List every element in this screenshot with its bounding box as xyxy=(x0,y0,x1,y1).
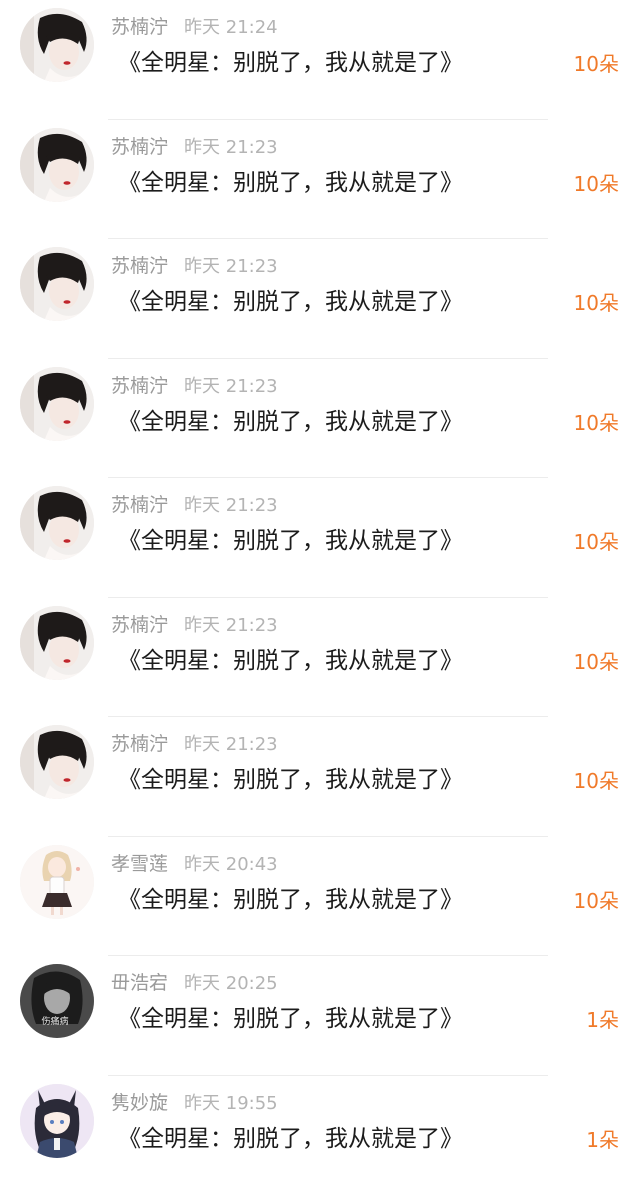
comment-item[interactable]: 苏楠泞昨天 21:23 《全明星：别脱了，我从就是了》 10朵 xyxy=(0,478,640,598)
comment-item[interactable]: 苏楠泞昨天 21:24 《全明星：别脱了，我从就是了》 10朵 xyxy=(0,0,640,120)
gift-count: 10朵 xyxy=(574,646,619,678)
comment-text: 《全明星：别脱了，我从就是了》 xyxy=(118,883,463,917)
girl-portrait-icon xyxy=(20,486,94,560)
comment-text: 《全明星：别脱了，我从就是了》 xyxy=(118,1122,463,1156)
username[interactable]: 隽妙旋 xyxy=(111,1092,168,1114)
comment-text: 《全明星：别脱了，我从就是了》 xyxy=(118,405,463,439)
timestamp: 昨天 21:24 xyxy=(184,17,278,38)
comment-item[interactable]: 苏楠泞昨天 21:23 《全明星：别脱了，我从就是了》 10朵 xyxy=(0,359,640,479)
username[interactable]: 苏楠泞 xyxy=(111,614,168,636)
avatar-caption: 伤痛病 xyxy=(41,1015,68,1027)
gift-count: 1朵 xyxy=(586,1124,619,1156)
avatar[interactable] xyxy=(20,8,94,82)
comment-meta: 毌浩宕昨天 20:25 xyxy=(111,970,278,996)
username[interactable]: 苏楠泞 xyxy=(111,136,168,158)
girl-portrait-icon xyxy=(20,247,94,321)
avatar[interactable] xyxy=(20,725,94,799)
username[interactable]: 苏楠泞 xyxy=(111,255,168,277)
timestamp: 昨天 20:25 xyxy=(184,973,278,994)
gift-count: 10朵 xyxy=(574,526,619,558)
comment-text: 《全明星：别脱了，我从就是了》 xyxy=(118,46,463,80)
comment-meta: 苏楠泞昨天 21:23 xyxy=(111,134,278,160)
comment-item[interactable]: 苏楠泞昨天 21:23 《全明星：别脱了，我从就是了》 10朵 xyxy=(0,239,640,359)
timestamp: 昨天 19:55 xyxy=(184,1093,278,1114)
girl-portrait-icon xyxy=(20,8,94,82)
avatar[interactable] xyxy=(20,486,94,560)
comment-meta: 苏楠泞昨天 21:23 xyxy=(111,373,278,399)
username[interactable]: 孝雪莲 xyxy=(111,853,168,875)
timestamp: 昨天 21:23 xyxy=(184,734,278,755)
gift-count: 10朵 xyxy=(574,168,619,200)
gift-count: 1朵 xyxy=(586,1004,619,1036)
comment-text: 《全明星：别脱了，我从就是了》 xyxy=(118,166,463,200)
timestamp: 昨天 21:23 xyxy=(184,376,278,397)
timestamp: 昨天 21:23 xyxy=(184,137,278,158)
comment-item[interactable]: 孝雪莲昨天 20:43 《全明星：别脱了，我从就是了》 10朵 xyxy=(0,837,640,957)
comment-meta: 苏楠泞昨天 21:24 xyxy=(111,14,278,40)
comment-meta: 苏楠泞昨天 21:23 xyxy=(111,612,278,638)
cartoon-girl-icon xyxy=(20,845,94,919)
comment-text: 《全明星：别脱了，我从就是了》 xyxy=(118,644,463,678)
comment-text: 《全明星：别脱了，我从就是了》 xyxy=(118,285,463,319)
timestamp: 昨天 21:23 xyxy=(184,495,278,516)
avatar[interactable]: 伤痛病 xyxy=(20,964,94,1038)
avatar[interactable] xyxy=(20,128,94,202)
username[interactable]: 苏楠泞 xyxy=(111,16,168,38)
timestamp: 昨天 20:43 xyxy=(184,854,278,875)
comment-item[interactable]: 伤痛病 毌浩宕昨天 20:25 《全明星：别脱了，我从就是了》 1朵 xyxy=(0,956,640,1076)
avatar[interactable] xyxy=(20,606,94,680)
comment-meta: 苏楠泞昨天 21:23 xyxy=(111,731,278,757)
gift-count: 10朵 xyxy=(574,407,619,439)
avatar[interactable] xyxy=(20,1084,94,1158)
comment-text: 《全明星：别脱了，我从就是了》 xyxy=(118,524,463,558)
girl-portrait-icon xyxy=(20,606,94,680)
username[interactable]: 毌浩宕 xyxy=(111,972,168,994)
comment-meta: 隽妙旋昨天 19:55 xyxy=(111,1090,278,1116)
girl-portrait-icon xyxy=(20,128,94,202)
comment-text: 《全明星：别脱了，我从就是了》 xyxy=(118,1002,463,1036)
gift-count: 10朵 xyxy=(574,48,619,80)
grayscale-portrait-icon: 伤痛病 xyxy=(20,964,94,1038)
gift-count: 10朵 xyxy=(574,287,619,319)
timestamp: 昨天 21:23 xyxy=(184,256,278,277)
avatar[interactable] xyxy=(20,367,94,441)
anime-foxgirl-icon xyxy=(20,1084,94,1158)
comment-item[interactable]: 苏楠泞昨天 21:23 《全明星：别脱了，我从就是了》 10朵 xyxy=(0,598,640,718)
comment-meta: 苏楠泞昨天 21:23 xyxy=(111,253,278,279)
gift-count: 10朵 xyxy=(574,765,619,797)
comment-meta: 苏楠泞昨天 21:23 xyxy=(111,492,278,518)
comment-item[interactable]: 苏楠泞昨天 21:23 《全明星：别脱了，我从就是了》 10朵 xyxy=(0,717,640,837)
girl-portrait-icon xyxy=(20,725,94,799)
comment-list: 苏楠泞昨天 21:24 《全明星：别脱了，我从就是了》 10朵 苏楠泞昨天 21… xyxy=(0,0,640,1195)
gift-count: 10朵 xyxy=(574,885,619,917)
username[interactable]: 苏楠泞 xyxy=(111,494,168,516)
username[interactable]: 苏楠泞 xyxy=(111,375,168,397)
timestamp: 昨天 21:23 xyxy=(184,615,278,636)
avatar[interactable] xyxy=(20,247,94,321)
comment-meta: 孝雪莲昨天 20:43 xyxy=(111,851,278,877)
comment-text: 《全明星：别脱了，我从就是了》 xyxy=(118,763,463,797)
username[interactable]: 苏楠泞 xyxy=(111,733,168,755)
girl-portrait-icon xyxy=(20,367,94,441)
avatar[interactable] xyxy=(20,845,94,919)
comment-item[interactable]: 隽妙旋昨天 19:55 《全明星：别脱了，我从就是了》 1朵 xyxy=(0,1076,640,1195)
comment-item[interactable]: 苏楠泞昨天 21:23 《全明星：别脱了，我从就是了》 10朵 xyxy=(0,120,640,240)
